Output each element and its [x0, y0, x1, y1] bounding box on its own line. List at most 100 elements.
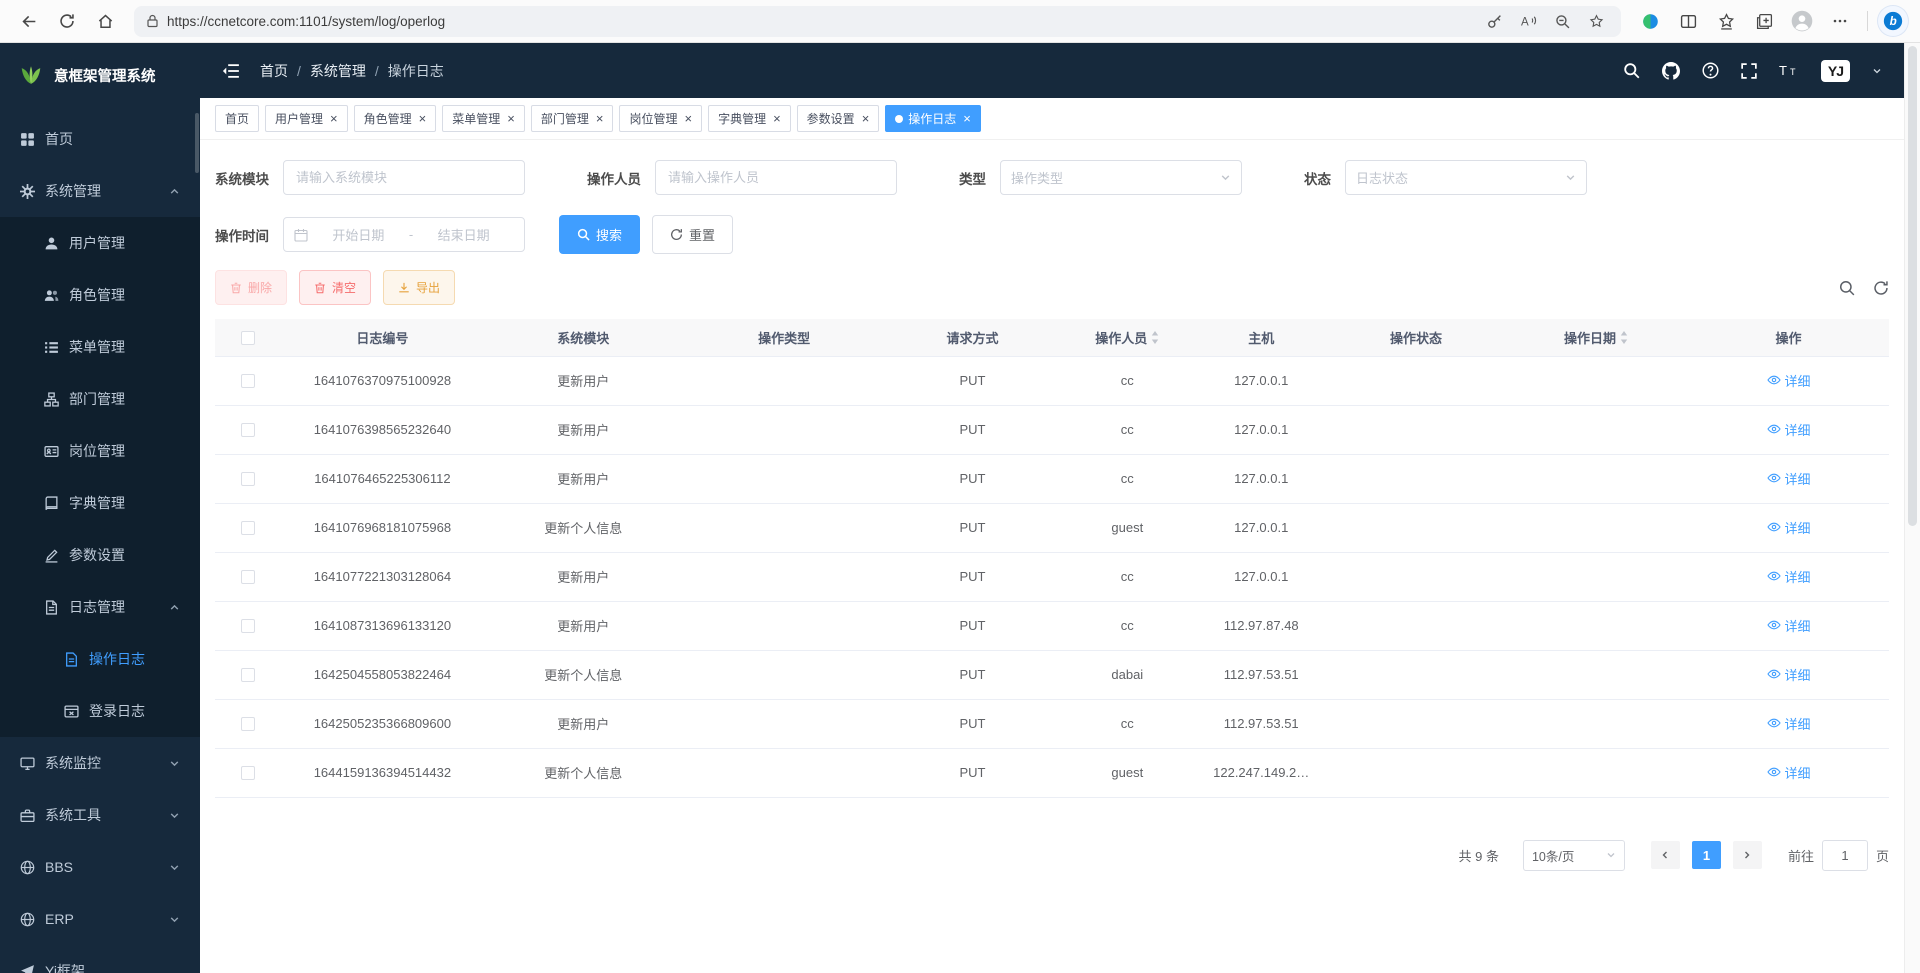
toggle-search-icon[interactable] — [1839, 280, 1855, 296]
prev-page-button[interactable] — [1651, 841, 1680, 869]
tab-close-icon[interactable]: × — [684, 112, 692, 125]
password-key-icon[interactable] — [1481, 8, 1507, 34]
row-checkbox[interactable] — [241, 668, 255, 682]
reset-button[interactable]: 重置 — [652, 215, 733, 254]
tab[interactable]: 角色管理 × — [354, 105, 437, 132]
search-button[interactable]: 搜索 — [559, 215, 640, 254]
address-bar[interactable]: https://ccnetcore.com:1101/system/log/op… — [134, 6, 1621, 37]
breadcrumb-system[interactable]: 系统管理 — [310, 61, 366, 81]
row-checkbox[interactable] — [241, 717, 255, 731]
status-select[interactable]: 日志状态 — [1345, 160, 1587, 195]
sidebar-item-dept[interactable]: 部门管理 — [0, 373, 200, 425]
sidebar-item-tools[interactable]: 系统工具 — [0, 789, 200, 841]
tab-close-icon[interactable]: × — [507, 112, 515, 125]
detail-link[interactable]: 详细 — [1767, 371, 1811, 390]
back-icon[interactable] — [12, 4, 46, 38]
favorites-icon[interactable] — [1709, 4, 1743, 38]
sidebar-item-yi[interactable]: Yi框架 — [0, 945, 200, 973]
sidebar-item-home[interactable]: 首页 — [0, 113, 200, 165]
sidebar-item-bbs[interactable]: BBS — [0, 841, 200, 893]
row-checkbox[interactable] — [241, 619, 255, 633]
breadcrumb-home[interactable]: 首页 — [260, 61, 288, 81]
tab-close-icon[interactable]: × — [419, 112, 427, 125]
refresh-table-icon[interactable] — [1873, 280, 1889, 296]
sidebar-item-post[interactable]: 岗位管理 — [0, 425, 200, 477]
tab[interactable]: 参数设置 × — [797, 105, 880, 132]
tab-close-icon[interactable]: × — [773, 112, 781, 125]
clear-button[interactable]: 清空 — [299, 270, 371, 305]
column-header-date[interactable]: 操作日期 — [1504, 319, 1688, 356]
tab-close-icon[interactable]: × — [330, 112, 338, 125]
search-icon[interactable] — [1623, 62, 1640, 79]
read-aloud-icon[interactable]: A — [1515, 8, 1541, 34]
column-header-operator[interactable]: 操作人员 — [1060, 319, 1194, 356]
sidebar-item-erp[interactable]: ERP — [0, 893, 200, 945]
sidebar-item-system[interactable]: 系统管理 — [0, 165, 200, 217]
sidebar-item-dict[interactable]: 字典管理 — [0, 477, 200, 529]
detail-link[interactable]: 详细 — [1767, 567, 1811, 586]
more-menu-icon[interactable] — [1823, 4, 1857, 38]
chevron-down-icon[interactable] — [1872, 66, 1882, 76]
sidebar-item-role[interactable]: 角色管理 — [0, 269, 200, 321]
github-icon[interactable] — [1662, 62, 1680, 80]
sidebar-scrollbar-thumb[interactable] — [195, 113, 199, 173]
detail-link[interactable]: 详细 — [1767, 518, 1811, 537]
add-favorite-icon[interactable] — [1583, 8, 1609, 34]
split-screen-icon[interactable] — [1671, 4, 1705, 38]
page-size-select[interactable]: 10条/页 — [1523, 840, 1625, 871]
sidebar-item-log[interactable]: 日志管理 — [0, 581, 200, 633]
collections-icon[interactable] — [1747, 4, 1781, 38]
help-icon[interactable] — [1702, 62, 1719, 79]
next-page-button[interactable] — [1733, 841, 1762, 869]
row-checkbox[interactable] — [241, 521, 255, 535]
tab[interactable]: 岗位管理 × — [619, 105, 702, 132]
page-number-button[interactable]: 1 — [1692, 841, 1721, 869]
fullscreen-icon[interactable] — [1741, 63, 1757, 79]
type-select[interactable]: 操作类型 — [1000, 160, 1242, 195]
tab-close-icon[interactable]: × — [862, 112, 870, 125]
detail-link[interactable]: 详细 — [1767, 665, 1811, 684]
sidebar-item-loginlog[interactable]: 登录日志 — [0, 685, 200, 737]
tab[interactable]: 用户管理 × — [265, 105, 348, 132]
detail-link[interactable]: 详细 — [1767, 763, 1811, 782]
tab[interactable]: 菜单管理 × — [442, 105, 525, 132]
detail-link[interactable]: 详细 — [1767, 714, 1811, 733]
browser-essentials-icon[interactable] — [1633, 4, 1667, 38]
profile-avatar[interactable] — [1785, 4, 1819, 38]
operator-input[interactable] — [655, 160, 897, 195]
tab[interactable]: 部门管理 × — [531, 105, 614, 132]
sidebar-item-user[interactable]: 用户管理 — [0, 217, 200, 269]
sidebar-item-monitor[interactable]: 系统监控 — [0, 737, 200, 789]
export-button[interactable]: 导出 — [383, 270, 455, 305]
user-avatar-logo[interactable]: YJ — [1821, 60, 1850, 82]
home-icon[interactable] — [88, 4, 122, 38]
page-scrollbar[interactable] — [1904, 43, 1920, 973]
tab[interactable]: 操作日志 × — [885, 105, 981, 132]
row-checkbox[interactable] — [241, 766, 255, 780]
refresh-icon[interactable] — [50, 4, 84, 38]
detail-link[interactable]: 详细 — [1767, 616, 1811, 635]
bing-copilot-icon[interactable]: b — [1878, 6, 1908, 36]
module-input[interactable] — [283, 160, 525, 195]
sidebar-item-operlog[interactable]: 操作日志 — [0, 633, 200, 685]
date-end[interactable]: 结束日期 — [413, 225, 514, 244]
url-text[interactable]: https://ccnetcore.com:1101/system/log/op… — [167, 14, 1473, 29]
tab-close-icon[interactable]: × — [596, 112, 604, 125]
select-all-checkbox[interactable] — [241, 331, 255, 345]
row-checkbox[interactable] — [241, 423, 255, 437]
row-checkbox[interactable] — [241, 472, 255, 486]
sidebar-item-menu[interactable]: 菜单管理 — [0, 321, 200, 373]
scrollbar-thumb[interactable] — [1908, 46, 1917, 526]
date-range-picker[interactable]: 开始日期 - 结束日期 — [283, 217, 525, 252]
menu-fold-icon[interactable] — [222, 63, 240, 79]
zoom-out-icon[interactable] — [1549, 8, 1575, 34]
font-size-icon[interactable]: TT — [1779, 63, 1799, 78]
date-start[interactable]: 开始日期 — [308, 225, 409, 244]
detail-link[interactable]: 详细 — [1767, 469, 1811, 488]
row-checkbox[interactable] — [241, 374, 255, 388]
delete-button[interactable]: 删除 — [215, 270, 287, 305]
row-checkbox[interactable] — [241, 570, 255, 584]
detail-link[interactable]: 详细 — [1767, 420, 1811, 439]
goto-page-input[interactable] — [1822, 840, 1868, 871]
tab-close-icon[interactable]: × — [963, 112, 971, 125]
